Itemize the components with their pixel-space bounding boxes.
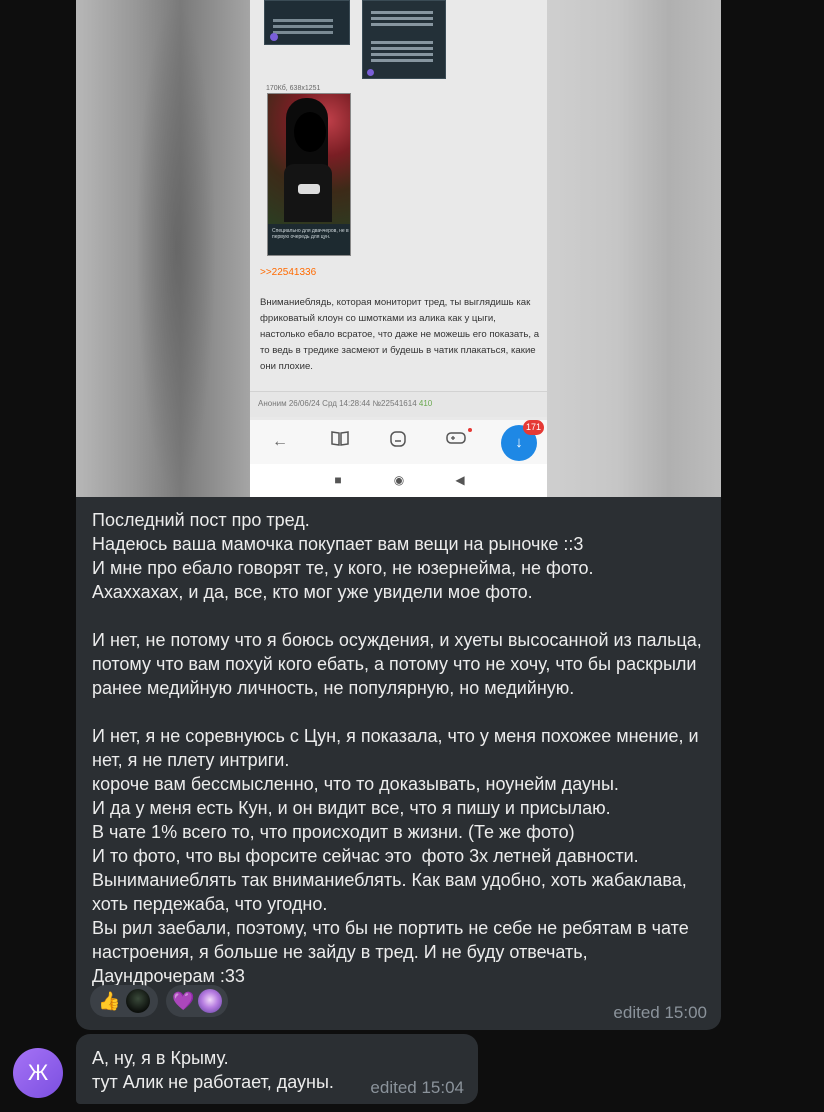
censored-selfie-image: Специально для дваччеров, не в первую оч… <box>267 93 351 256</box>
notification-dot <box>468 428 472 432</box>
reply-link: >>22541336 <box>260 267 317 278</box>
message-text: Последний пост про тред. Надеюсь ваша ма… <box>92 510 702 986</box>
post-meta: Аноним 26/06/24 Срд 14:28:44 №22541614 <box>258 399 417 408</box>
minimize-icon <box>386 430 410 454</box>
post-count: 410 <box>418 399 433 408</box>
message-bubble[interactable]: 170Кб, 638x1251 Специально для дваччеров… <box>76 0 721 1030</box>
book-icon <box>328 430 352 454</box>
file-info: 170Кб, 638x1251 <box>266 85 321 92</box>
browser-nav-bar: ← ↓ 171 <box>250 420 547 464</box>
notification-badge: 171 <box>523 420 545 435</box>
blurred-background-right <box>547 0 721 497</box>
triangle-back-icon: ◀ <box>455 473 465 487</box>
avatar[interactable]: Ж <box>13 1048 63 1098</box>
gamepad-icon <box>444 430 468 454</box>
edited-timestamp: edited 15:04 <box>370 1078 464 1097</box>
chat-thumbnail <box>362 0 446 79</box>
message-bubble[interactable]: А, ну, я в Крыму. тут Алик не работает, … <box>76 1034 478 1104</box>
thumbs-up-icon: 👍 <box>98 991 121 1011</box>
censor-blot <box>294 112 326 152</box>
back-arrow-icon: ← <box>272 433 288 450</box>
reactor-avatar <box>126 989 150 1013</box>
reactor-avatar <box>198 989 222 1013</box>
message-text: А, ну, я в Крыму. тут Алик не работает, … <box>92 1048 334 1092</box>
android-system-bar: ■ ◉ ◀ <box>250 464 547 497</box>
square-icon: ■ <box>334 473 342 487</box>
post-text: Вниманиеблядь, которая мониторит тред, т… <box>260 297 540 372</box>
attached-screenshot[interactable]: 170Кб, 638x1251 Специально для дваччеров… <box>76 0 721 497</box>
post-meta-bar: Аноним 26/06/24 Срд 14:28:44 №22541614 4… <box>250 391 547 417</box>
blurred-background-left <box>76 0 250 497</box>
circle-icon: ◉ <box>393 473 405 487</box>
purple-heart-icon: 💜 <box>172 991 195 1011</box>
reaction-thumbs-up[interactable]: 👍 <box>90 985 158 1017</box>
selfie-caption: Специально для дваччеров, не в первую оч… <box>272 228 349 240</box>
phone-screenshot: 170Кб, 638x1251 Специально для дваччеров… <box>250 0 547 497</box>
edited-timestamp: edited 15:00 <box>613 1003 707 1022</box>
reaction-purple-heart[interactable]: 💜 <box>166 985 228 1017</box>
chat-thumbnail <box>264 0 350 45</box>
